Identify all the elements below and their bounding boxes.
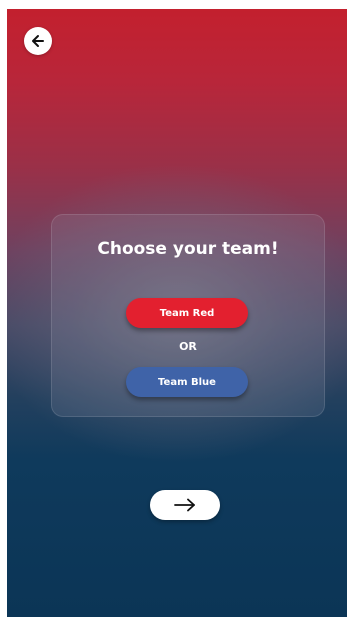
team-selection-card: Choose your team! Team Red OR Team Blue bbox=[51, 214, 325, 417]
arrow-left-icon bbox=[32, 35, 44, 47]
team-red-button[interactable]: Team Red bbox=[126, 298, 248, 328]
back-button[interactable] bbox=[24, 27, 52, 55]
or-separator: OR bbox=[179, 340, 197, 353]
team-select-screen: Choose your team! Team Red OR Team Blue bbox=[7, 9, 347, 617]
team-blue-button[interactable]: Team Blue bbox=[126, 367, 248, 397]
arrow-right-icon bbox=[174, 498, 195, 512]
next-button[interactable] bbox=[150, 490, 220, 520]
card-title: Choose your team! bbox=[97, 239, 279, 259]
